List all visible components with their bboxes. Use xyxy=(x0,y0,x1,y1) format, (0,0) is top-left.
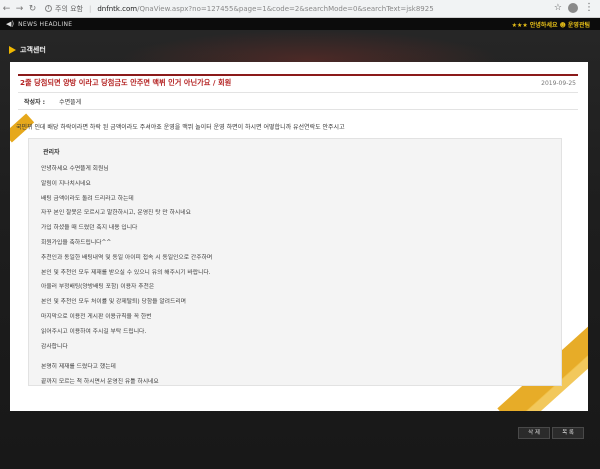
answer-line: 아울러 부정배팅(양방배팅 포함) 이용자 추천은 xyxy=(41,284,155,291)
answer-line: 읽어주시고 이용하여 주시길 부탁 드립니다. xyxy=(41,328,147,335)
author-name: 수면뜰게 xyxy=(59,98,82,106)
author-row: 작성자 : 수면뜰게 xyxy=(18,92,578,110)
news-ticker: ★★★ 안녕하세요 ☻ 운영관팀 xyxy=(511,22,590,29)
bookmark-star-icon[interactable]: ☆ xyxy=(554,3,562,13)
answer-closing-line: 끝까지 모르는 척 하시면서 운영진 유틀 하시네요 xyxy=(41,379,159,386)
author-label: 작성자 : xyxy=(24,98,46,106)
news-title: NEWS HEADLINE xyxy=(18,20,73,28)
url-separator: | xyxy=(89,4,92,13)
info-icon[interactable]: i xyxy=(45,5,52,12)
answer-closing-line: 본명히 제재를 드렸다고 했는데 xyxy=(41,364,116,371)
forward-arrow-icon[interactable]: → xyxy=(13,0,26,18)
answer-box: 관리자 안녕하세요 수면뜰게 회원님 알림이 지나치시네요 배팅 금액이라도 돌… xyxy=(28,138,562,386)
section-title: 고객센터 xyxy=(20,46,46,54)
security-label: 주의 요함 xyxy=(55,4,83,13)
delete-button[interactable]: 삭 제 xyxy=(518,427,550,439)
address-bar[interactable]: i 주의 요함 | dnfntk.com /QnaView.aspx?no=12… xyxy=(45,2,565,15)
reload-icon[interactable]: ↻ xyxy=(26,0,39,18)
answer-line: 회원가입을 축하드립니다^^ xyxy=(41,239,112,246)
question-text: 국민뀌 인데 배당 하락이라면 하락 된 금액이라도 주셔야죠 운영을 맥뷔 놀… xyxy=(16,124,345,131)
section-marker-icon xyxy=(9,46,16,54)
answer-line: 본인 및 추천인 모두 처이률 및 강제탈퇴) 당함을 알려드리며 xyxy=(41,299,186,306)
answer-line: 배팅 금액이라도 돌려 드리라고 하는데 xyxy=(41,195,134,202)
answer-line: 감사합니다 xyxy=(41,343,68,350)
url-path: /QnaView.aspx?no=127455&page=1&code=2&se… xyxy=(137,4,434,13)
answer-line: 자꾸 본인 잘못은 모르시고 말한하시고, 운영진 탓 만 하시네요 xyxy=(41,210,191,217)
answer-line: 마지막으로 이용전 게시판 이용규칙을 꼭 한번 xyxy=(41,313,152,320)
news-headline-bar: ◀) NEWS HEADLINE ★★★ 안녕하세요 ☻ 운영관팀 xyxy=(0,18,600,30)
url-domain: dnfntk.com xyxy=(97,4,138,13)
post-title-row: 2줄 당첨되면 양방 이라고 당첨금도 안주면 맥뷔 인거 아닌가요 / 회원 … xyxy=(18,74,578,90)
browser-menu-icon[interactable]: ⋮ xyxy=(584,2,594,13)
post-panel: 2줄 당첨되면 양방 이라고 당첨금도 안주면 맥뷔 인거 아닌가요 / 회원 … xyxy=(10,62,588,411)
section-header: 고객센터 xyxy=(0,40,600,60)
answer-line: 본인 및 추천인 모두 제재를 받으실 수 있으니 유의 해주시기 바랍니다. xyxy=(41,269,211,276)
profile-avatar-icon[interactable] xyxy=(568,3,578,13)
list-button[interactable]: 목 록 xyxy=(552,427,584,439)
admin-label: 관리자 xyxy=(43,149,60,156)
browser-toolbar: ← → ↻ i 주의 요함 | dnfntk.com /QnaView.aspx… xyxy=(0,0,600,18)
post-date: 2019-09-25 xyxy=(541,79,576,87)
answer-line: 가입 하셨을 때 드렸던 축지 내용 입니다 xyxy=(41,225,138,232)
answer-line: 안녕하세요 수면뜰게 회원님 xyxy=(41,166,109,172)
post-title: 2줄 당첨되면 양방 이라고 당첨금도 안주면 맥뷔 인거 아닌가요 / 회원 xyxy=(20,78,232,87)
answer-line: 추천인과 동일한 배팅내역 및 동일 아이피 접속 시 동일인으로 간주하며 xyxy=(41,254,213,261)
back-arrow-icon[interactable]: ← xyxy=(0,0,13,18)
speaker-icon: ◀) xyxy=(6,20,15,28)
answer-line: 알림이 지나치시네요 xyxy=(41,180,91,187)
